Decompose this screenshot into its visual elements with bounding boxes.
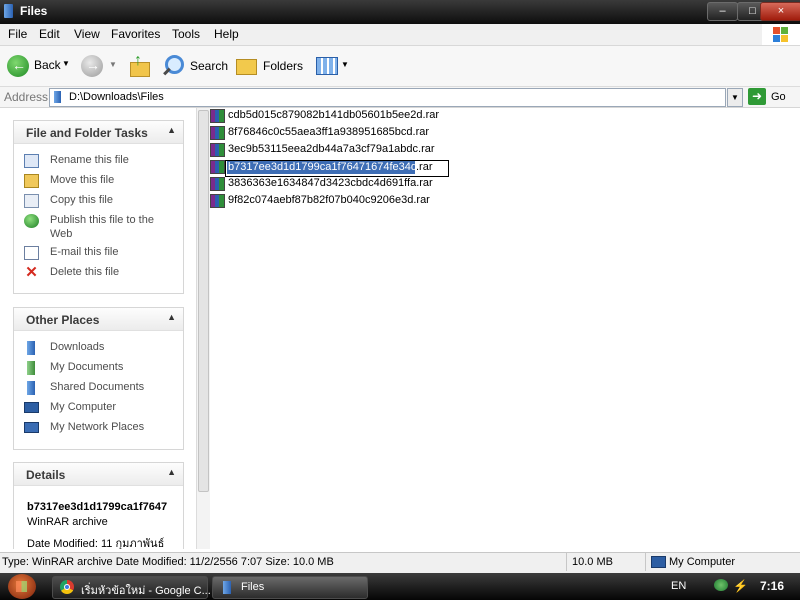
folder-icon [236,59,257,75]
details-date: Date Modified: 11 กุมภาพันธ์ [27,538,165,549]
up-folder-button[interactable]: ↑ [128,52,152,78]
forward-arrow-icon: → [81,55,103,77]
rar-archive-icon [210,109,225,123]
rar-archive-icon [210,177,225,191]
publish-file-link[interactable]: Publish this file to the Web [24,214,174,242]
status-bar: Type: WinRAR archive Date Modified: 11/2… [0,552,800,573]
back-arrow-icon: ← [7,55,29,77]
views-button[interactable]: ▼ [314,54,350,78]
status-divider [566,553,567,571]
menu-file[interactable]: File [8,27,27,41]
scrollbar-thumb[interactable] [198,110,209,492]
back-button[interactable]: ← Back ▼ [5,54,75,78]
other-places-header[interactable]: Other Places ▲ [14,308,183,331]
menu-view[interactable]: View [74,27,100,41]
network-icon [24,422,39,433]
move-icon [24,174,39,188]
language-indicator[interactable]: EN [671,580,686,592]
menu-help[interactable]: Help [214,27,239,41]
shared-folder-icon [27,381,35,395]
folders-button[interactable]: Folders [235,54,303,78]
start-button[interactable] [8,574,36,599]
computer-icon [651,556,666,568]
rar-archive-icon [210,194,225,208]
collapse-icon: ▲ [167,312,176,322]
taskbar-files-button[interactable]: Files [212,576,368,599]
close-button[interactable]: × [760,2,800,21]
forward-button[interactable]: → ▼ [81,55,121,79]
details-header[interactable]: Details ▲ [14,463,183,486]
window-title: Files [20,4,48,18]
address-label: Address [4,90,49,104]
computer-icon [24,402,39,413]
delete-icon: ✕ [25,264,38,281]
views-icon [316,57,338,75]
rar-archive-icon [210,160,225,174]
chevron-down-icon: ▼ [62,59,70,68]
menu-favorites[interactable]: Favorites [111,27,160,41]
folder-icon [54,91,61,103]
collapse-icon: ▲ [167,467,176,477]
network-tray-icon[interactable] [714,579,728,591]
title-bar: Files – □ × [0,0,800,24]
details-type: WinRAR archive [27,516,108,528]
chrome-icon [60,580,74,594]
power-tray-icon[interactable]: ⚡ [733,579,748,593]
menu-tools[interactable]: Tools [172,27,200,41]
details-panel: Details ▲ b7317ee3d1d1799ca1f7647 WinRAR… [13,462,184,549]
folder-icon [223,581,231,594]
email-icon [24,246,39,260]
address-dropdown-button[interactable]: ▼ [727,88,743,107]
taskbar-chrome-button[interactable]: เริ่มหัวข้อใหม่ - Google C... [52,576,211,599]
chevron-down-icon: ▼ [341,60,349,69]
go-button[interactable]: ➜ Go [747,88,797,106]
collapse-icon: ▲ [167,125,176,135]
minimize-button[interactable]: – [707,2,738,21]
toolbar: ← Back ▼ → ▼ ↑ Search Folders ▼ [0,46,800,87]
folder-icon [4,4,13,18]
details-filename: b7317ee3d1d1799ca1f7647 [27,501,168,513]
status-info: Type: WinRAR archive Date Modified: 11/2… [2,556,334,568]
go-arrow-icon: ➜ [748,88,766,105]
clock[interactable]: 7:16 [760,579,784,593]
copy-icon [24,194,39,208]
status-location: My Computer [669,556,736,568]
publish-icon [24,214,39,228]
windows-logo-icon [16,581,27,592]
other-places-panel: Other Places ▲ Downloads My Documents Sh… [13,307,184,450]
chevron-down-icon: ▼ [731,93,739,102]
rename-extension: .rar [416,161,433,173]
menu-bar: File Edit View Favorites Tools Help [0,24,800,46]
file-folder-tasks-header[interactable]: File and Folder Tasks ▲ [14,121,183,144]
status-divider [645,553,646,571]
address-field[interactable]: D:\Downloads\Files [49,88,726,107]
folder-icon [27,341,35,355]
menu-edit[interactable]: Edit [39,27,60,41]
file-folder-tasks-panel: File and Folder Tasks ▲ Rename this file… [13,120,184,294]
rename-icon [24,154,39,168]
windows-logo-icon [762,24,800,45]
search-button[interactable]: Search [163,54,228,78]
documents-icon [27,361,35,375]
chevron-down-icon: ▼ [109,60,117,69]
task-pane: File and Folder Tasks ▲ Rename this file… [0,108,195,549]
address-path: D:\Downloads\Files [69,91,164,103]
status-size: 10.0 MB [572,556,613,568]
rar-archive-icon [210,126,225,140]
rename-selected-text: b7317ee3d1d1799ca1f76471674fe34d [228,161,418,173]
rar-archive-icon [210,143,225,157]
